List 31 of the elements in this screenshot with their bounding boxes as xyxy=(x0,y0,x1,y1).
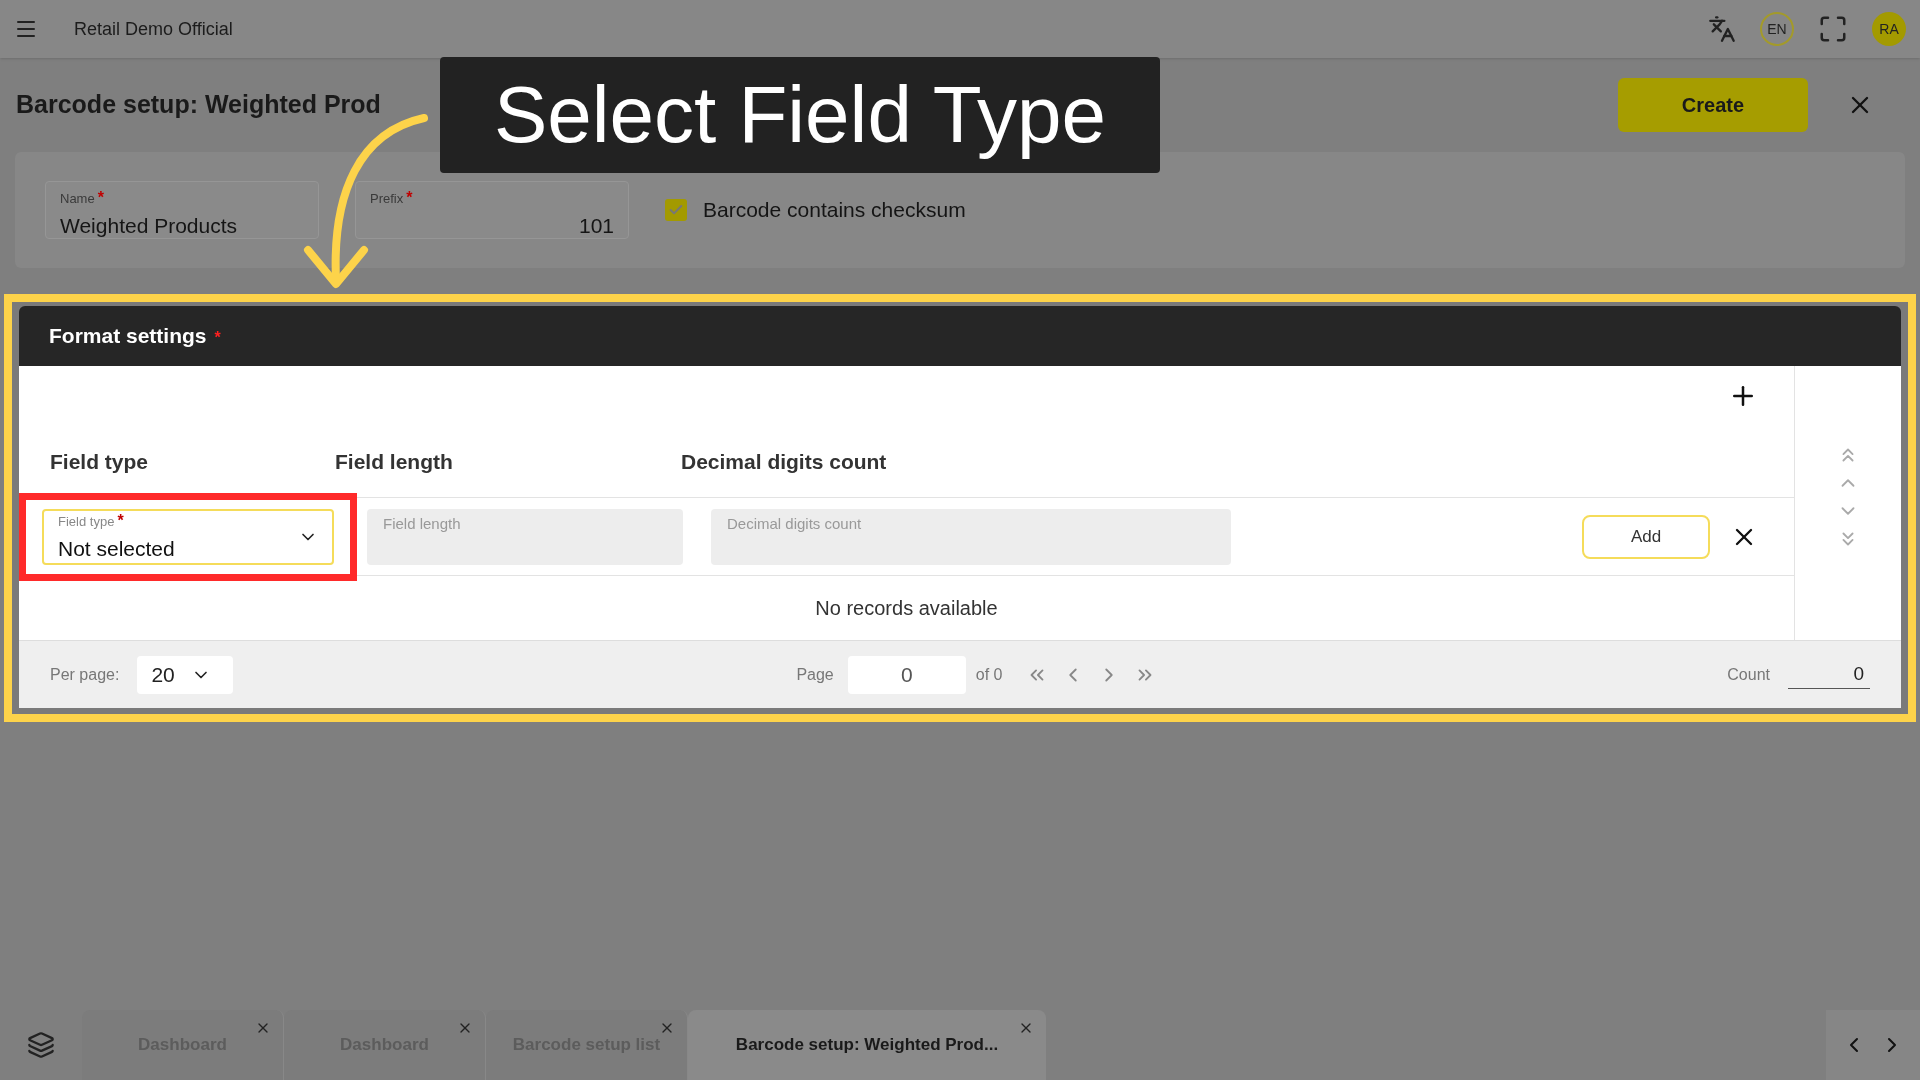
callout-banner: Select Field Type xyxy=(440,57,1160,173)
translate-icon[interactable] xyxy=(1708,15,1736,43)
page-total: of 0 xyxy=(975,664,1003,685)
required-mark: * xyxy=(117,511,124,529)
checkbox[interactable] xyxy=(665,199,687,221)
column-header: Decimal digits count xyxy=(681,448,887,475)
required-mark: * xyxy=(97,189,104,206)
page-title: Barcode setup: Weighted Prod xyxy=(16,89,381,121)
language-button[interactable]: EN xyxy=(1760,12,1794,46)
count-label: Count xyxy=(1727,664,1770,685)
per-page-dropdown[interactable]: 20 xyxy=(137,655,234,694)
user-avatar[interactable]: RA xyxy=(1872,12,1906,46)
tab[interactable]: Barcode setup: Weighted Prod... xyxy=(688,1010,1046,1080)
page-label: Page xyxy=(796,664,834,685)
text-field[interactable]: Name * Weighted Products xyxy=(45,181,319,239)
create-button[interactable]: Create xyxy=(1618,78,1808,132)
section-title: Format settings * xyxy=(49,323,221,350)
fullscreen-icon[interactable] xyxy=(1818,14,1848,44)
required-mark: * xyxy=(406,189,413,206)
column-header: Field type xyxy=(49,448,150,475)
text-field[interactable]: Prefix * 101 xyxy=(355,181,629,239)
app-name: Retail Demo Official xyxy=(74,17,233,41)
page-input[interactable]: 0 xyxy=(847,655,966,694)
empty-message: No records available xyxy=(815,596,998,621)
count-value: 0 xyxy=(1788,659,1870,690)
add-button[interactable]: Add xyxy=(1582,514,1710,559)
per-page-label: Per page: xyxy=(50,664,120,685)
column-header: Field length xyxy=(335,448,454,475)
checkbox-label: Barcode contains checksum xyxy=(703,197,966,224)
required-mark: * xyxy=(214,329,221,347)
field-type-dropdown[interactable]: Field type * Not selected xyxy=(42,508,334,565)
